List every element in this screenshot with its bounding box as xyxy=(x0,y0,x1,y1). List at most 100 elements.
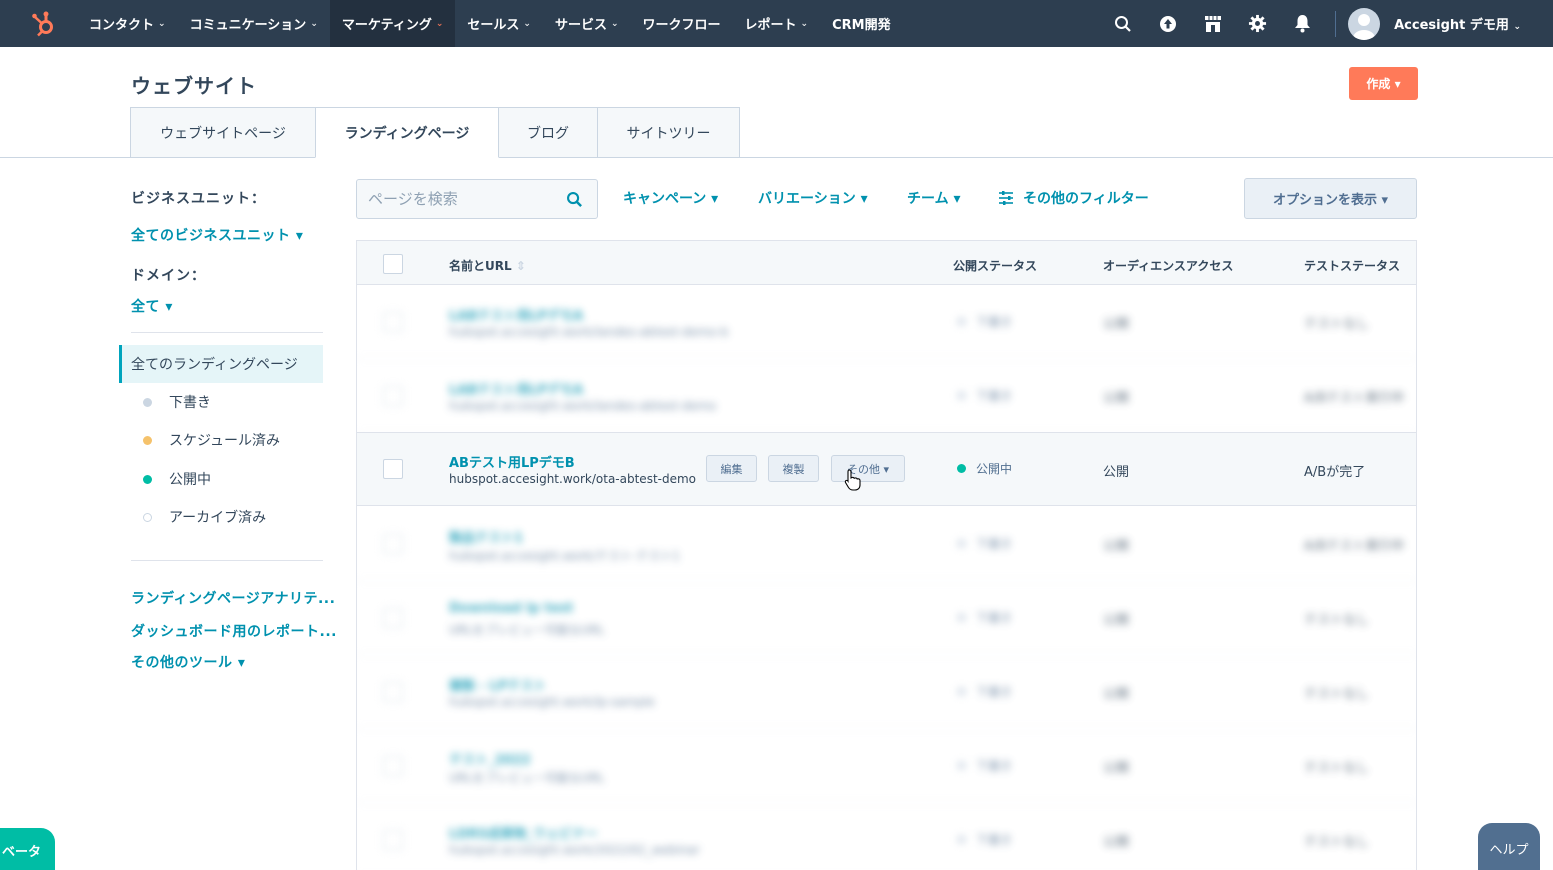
nav-conversations[interactable]: コミュニケーション ⌄ xyxy=(178,0,330,47)
nav-reports[interactable]: レポート ⌄ xyxy=(733,0,821,47)
publish-status: 公開中 xyxy=(957,460,1012,477)
nav-crm-dev[interactable]: CRM開発 xyxy=(820,0,903,47)
table-row[interactable]: LDRS成果物_ウェビナー hubspot.accesight.work/202… xyxy=(357,803,1416,870)
row-checkbox[interactable] xyxy=(383,830,403,850)
status-dot xyxy=(957,464,966,473)
tab-bar: ウェブサイトページ ランディングページ ブログ サイトツリー xyxy=(130,107,740,158)
table-row-hovered[interactable]: ABテスト用LPデモB hubspot.accesight.work/ota-a… xyxy=(357,432,1416,506)
publish-status: 下書き xyxy=(957,683,1012,700)
nav-service[interactable]: サービス ⌄ xyxy=(543,0,631,47)
search-box xyxy=(356,179,598,219)
page-name-link[interactable]: LDRS成果物_ウェビナー xyxy=(449,823,598,842)
sidebar-item-archived[interactable]: アーカイブ済み xyxy=(143,507,266,527)
table-row[interactable]: LABテスト用LPデモA hubspot.accesight.work/land… xyxy=(357,359,1416,433)
page-url: hubspot.accesight.work/テスト-テスト1 xyxy=(449,549,680,563)
sidebar-item-all-landing-pages[interactable]: 全てのランディングページ xyxy=(119,345,323,383)
test-status: テストなし xyxy=(1304,835,1370,850)
more-filters-button[interactable]: その他のフィルター xyxy=(998,188,1149,208)
sidebar-item-published[interactable]: 公開中 xyxy=(143,469,211,489)
nav-divider xyxy=(1335,10,1337,37)
sidebar-item-label: アーカイブ済み xyxy=(169,510,267,526)
table-row[interactable]: 製品テスト1 hubspot.accesight.work/テスト-テスト1 下… xyxy=(357,507,1416,581)
show-options-button[interactable]: オプションを表示 ▾ xyxy=(1244,178,1417,219)
other-tools-dropdown[interactable]: その他のツール ▾ xyxy=(131,652,245,672)
audience-access: 公開 xyxy=(1103,317,1130,332)
page-url: hubspot.accesight.work/landes-abtest-dem… xyxy=(449,399,717,413)
row-checkbox[interactable] xyxy=(383,312,403,332)
marketplace-icon[interactable] xyxy=(1190,0,1235,47)
column-name-url[interactable]: 名前とURL ⇕ xyxy=(449,257,526,274)
status-dot xyxy=(143,435,152,445)
search-icon[interactable] xyxy=(1100,0,1145,47)
business-unit-dropdown[interactable]: 全てのビジネスユニット ▾ xyxy=(131,225,303,245)
nav-workflows[interactable]: ワークフロー xyxy=(631,0,733,47)
sidebar-item-draft[interactable]: 下書き xyxy=(143,392,211,412)
publish-status: 下書き xyxy=(957,387,1012,404)
select-all-checkbox[interactable] xyxy=(383,254,403,274)
page-name-link[interactable]: テスト_2022 xyxy=(449,749,531,768)
business-unit-label: ビジネスユニット： xyxy=(131,191,266,207)
row-checkbox[interactable] xyxy=(383,682,403,702)
audience-access: 公開 xyxy=(1103,761,1130,776)
tab-blog[interactable]: ブログ xyxy=(498,107,598,158)
landing-page-analytics-link[interactable]: ランディングページアナリテ... xyxy=(131,588,335,608)
clone-button[interactable]: 複製 xyxy=(768,455,819,482)
variation-filter[interactable]: バリエーション ▾ xyxy=(758,188,868,208)
notifications-bell-icon[interactable] xyxy=(1280,0,1325,47)
sidebar-item-scheduled[interactable]: スケジュール済み xyxy=(143,430,280,450)
row-checkbox[interactable] xyxy=(383,386,403,406)
hubspot-logo-icon[interactable] xyxy=(20,0,67,47)
settings-gear-icon[interactable] xyxy=(1235,0,1280,47)
team-filter[interactable]: チーム ▾ xyxy=(907,188,960,208)
page-url: hubspot.accesight.work/landes-abtest-dem… xyxy=(449,325,729,339)
page-url: URLをプレビュー可能なURL xyxy=(449,623,605,637)
page-title: ウェブサイト xyxy=(131,74,257,98)
sidebar-item-label: スケジュール済み xyxy=(169,433,281,449)
row-checkbox[interactable] xyxy=(383,534,403,554)
account-menu[interactable]: Accesight デモ用 ⌄ xyxy=(1394,14,1521,33)
sidebar-divider xyxy=(131,560,323,561)
test-status: A/Bテスト実行中 xyxy=(1304,391,1405,406)
avatar[interactable] xyxy=(1348,7,1381,40)
search-icon[interactable] xyxy=(566,191,583,208)
more-actions-button[interactable]: その他 ▾ xyxy=(831,455,905,482)
nav-contacts[interactable]: コンタクト ⌄ xyxy=(77,0,178,47)
column-audience-access[interactable]: オーディエンスアクセス xyxy=(1103,257,1233,274)
campaign-filter[interactable]: キャンペーン ▾ xyxy=(623,188,718,208)
edit-button[interactable]: 編集 xyxy=(706,455,757,482)
page-name-link[interactable]: 複製 - LPテスト xyxy=(449,675,546,694)
table-row[interactable]: LABテスト用LPデモA hubspot.accesight.work/land… xyxy=(357,285,1416,359)
page-name-link[interactable]: 製品テスト1 xyxy=(449,527,523,546)
page-name-link[interactable]: LABテスト用LPデモA xyxy=(449,305,583,324)
publish-status: 下書き xyxy=(957,831,1012,848)
beta-feedback-tab[interactable]: ベータ xyxy=(0,828,55,870)
row-checkbox[interactable] xyxy=(383,459,403,479)
dashboard-report-link[interactable]: ダッシュボード用のレポート... xyxy=(131,621,337,641)
help-button[interactable]: ヘルプ xyxy=(1478,823,1540,870)
sidebar-item-label: 下書き xyxy=(169,395,211,411)
filter-sliders-icon xyxy=(999,191,1013,205)
top-nav: コンタクト ⌄ コミュニケーション ⌄ マーケティング ⌄ セールス ⌄ サービス ⌄ ワ… xyxy=(0,0,1553,47)
nav-sales[interactable]: セールス ⌄ xyxy=(455,0,543,47)
upgrade-icon[interactable] xyxy=(1145,0,1190,47)
table-header: 名前とURL ⇕ 公開ステータス オーディエンスアクセス テストステータス xyxy=(357,240,1416,285)
page-url: hubspot.accesight.work/ota-abtest-demo xyxy=(449,472,697,486)
tab-site-tree[interactable]: サイトツリー xyxy=(597,107,740,158)
page-name-link[interactable]: Download lp test xyxy=(449,601,573,616)
table-row[interactable]: 複製 - LPテスト hubspot.accesight.work/lp-sam… xyxy=(357,655,1416,729)
table-row[interactable]: Download lp test URLをプレビュー可能なURL 下書き 公開 … xyxy=(357,581,1416,655)
search-input[interactable] xyxy=(368,190,558,208)
domain-dropdown[interactable]: 全て ▾ xyxy=(131,296,173,316)
row-checkbox[interactable] xyxy=(383,608,403,628)
table-row[interactable]: テスト_2022 URLをプレビュー可能なURL 下書き 公開 テストなし xyxy=(357,729,1416,803)
create-button[interactable]: 作成 ▾ xyxy=(1349,67,1418,100)
tab-landing-pages[interactable]: ランディングページ xyxy=(315,107,499,158)
status-dot xyxy=(143,512,152,522)
row-checkbox[interactable] xyxy=(383,756,403,776)
page-name-link[interactable]: ABテスト用LPデモB xyxy=(449,452,575,471)
tab-website-pages[interactable]: ウェブサイトページ xyxy=(130,107,316,158)
page-name-link[interactable]: LABテスト用LPデモA xyxy=(449,379,583,398)
column-publish-status[interactable]: 公開ステータス xyxy=(953,257,1037,274)
column-test-status[interactable]: テストステータス xyxy=(1304,257,1400,274)
nav-marketing[interactable]: マーケティング ⌄ xyxy=(329,0,456,47)
